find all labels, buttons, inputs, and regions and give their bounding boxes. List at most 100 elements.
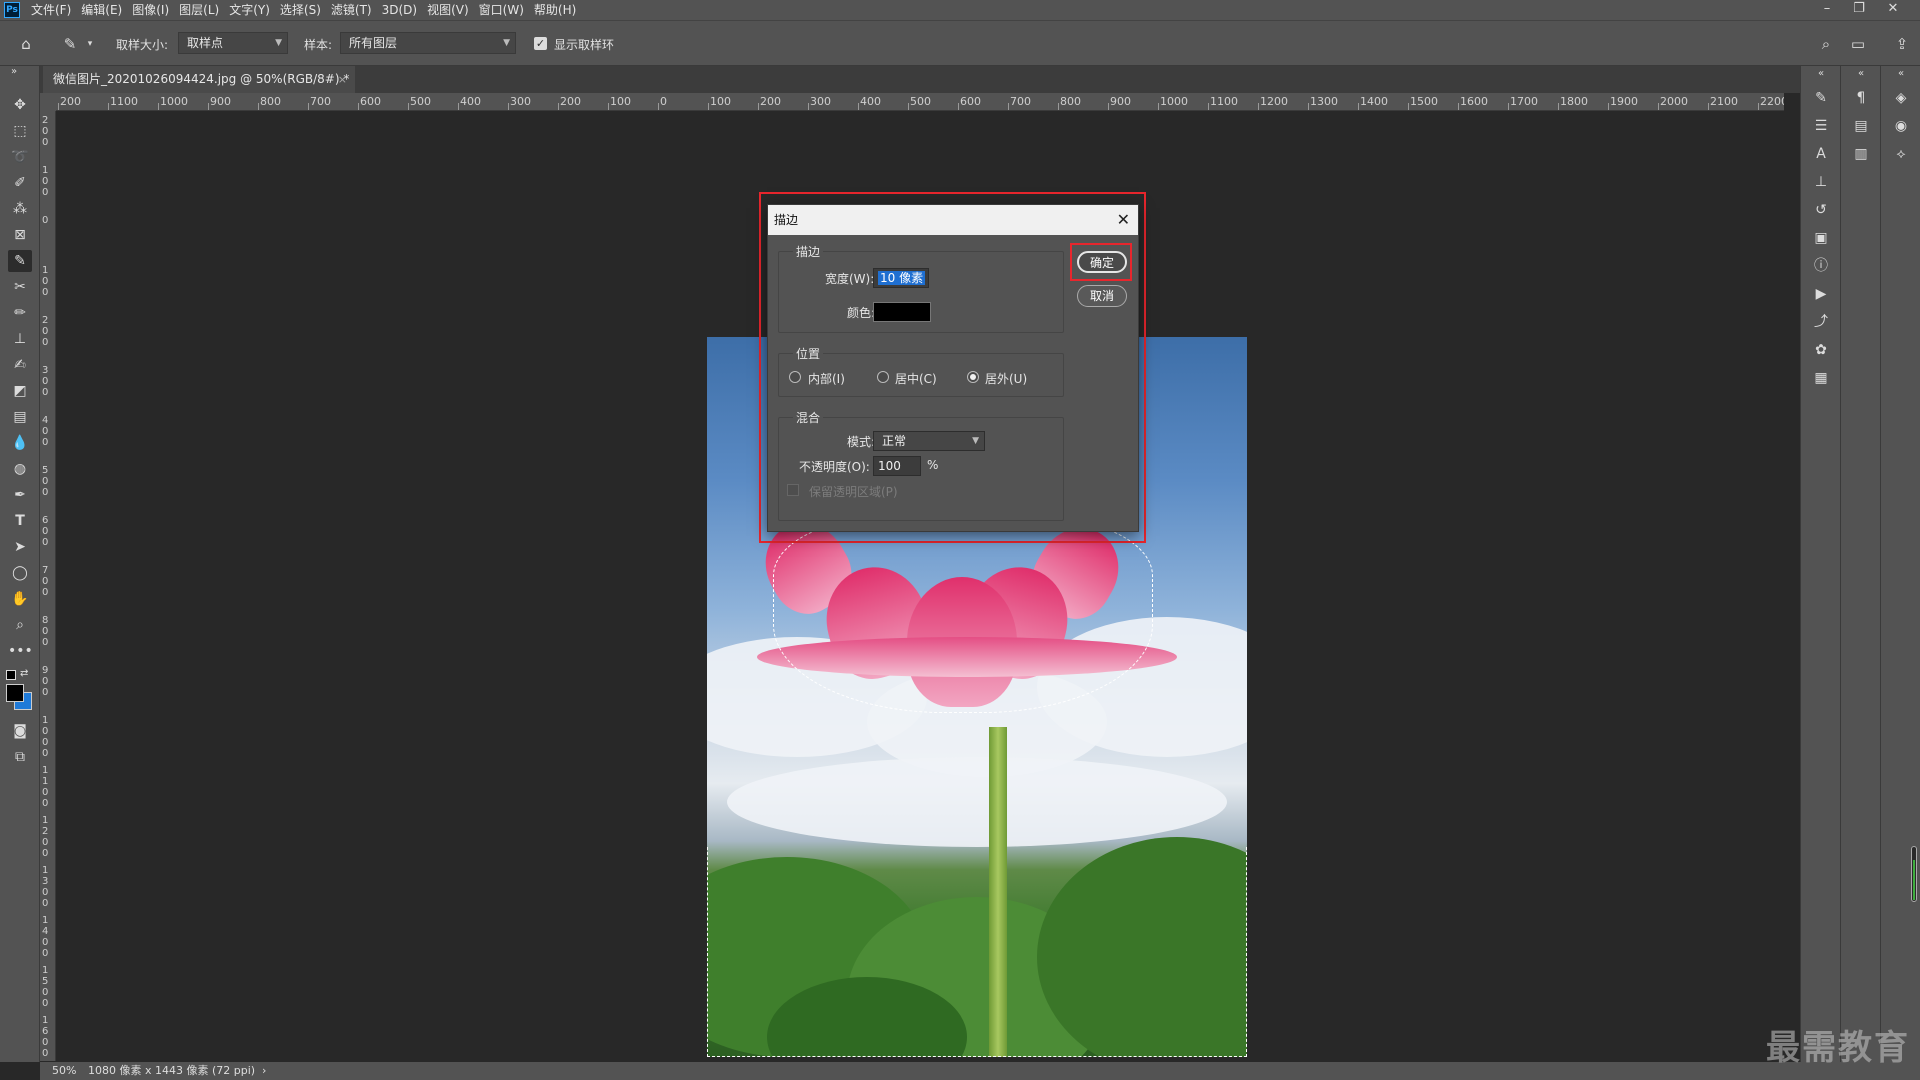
collapse-icon[interactable]: « — [1891, 68, 1911, 80]
menu-item-4[interactable]: 文字(Y) — [224, 0, 275, 20]
ruler-h-tick — [308, 103, 309, 110]
collapse-icon[interactable]: « — [1851, 68, 1871, 80]
eyedropper-preset-icon[interactable]: ✎ — [60, 34, 80, 54]
sample-select[interactable]: 所有图层 ▼ — [340, 32, 516, 54]
gradient-tool-icon[interactable]: ▤ — [8, 406, 32, 428]
history-icon[interactable]: ↺ — [1811, 200, 1831, 220]
cancel-button[interactable]: 取消 — [1077, 285, 1127, 307]
type-tool-icon[interactable]: T — [8, 510, 32, 532]
menu-item-5[interactable]: 选择(S) — [275, 0, 326, 20]
status-arrow-icon[interactable]: › — [262, 1062, 266, 1080]
menu-item-1[interactable]: 编辑(E) — [76, 0, 127, 20]
swatches-icon[interactable]: ▤ — [1851, 116, 1871, 136]
search-icon[interactable]: ⌕ — [1816, 34, 1836, 54]
chevron-down-icon[interactable]: ▾ — [80, 34, 100, 54]
menu-item-8[interactable]: 视图(V) — [422, 0, 474, 20]
position-center-radio[interactable] — [877, 371, 889, 383]
menu-item-9[interactable]: 窗口(W) — [474, 0, 529, 20]
opacity-label: 不透明度(O): — [799, 460, 870, 474]
path-select-tool-icon[interactable]: ➤ — [8, 536, 32, 558]
close-window-icon[interactable]: ✕ — [1880, 0, 1906, 20]
history-brush-tool-icon[interactable]: ✍ — [8, 354, 32, 376]
expand-icon[interactable]: » — [2, 66, 26, 78]
ruler-h-label: 1700 — [1510, 95, 1538, 108]
menu-item-10[interactable]: 帮助(H) — [529, 0, 581, 20]
preserve-transparency-checkbox[interactable] — [787, 484, 799, 496]
eyedropper-tool-icon[interactable]: ✎ — [8, 250, 32, 272]
horizontal-ruler[interactable]: 200 1100 1000 900 800 700 600 500 400 300 200 100 0 1… — [56, 93, 1784, 111]
paths-icon[interactable]: ⤴ — [1811, 312, 1831, 332]
default-colors-icon[interactable] — [6, 670, 16, 680]
ellipse-tool-icon[interactable]: ◯ — [8, 562, 32, 584]
show-ring-checkbox[interactable]: ✓ — [534, 37, 547, 50]
styles-icon[interactable]: ✿ — [1811, 340, 1831, 360]
adjustments-icon[interactable]: ☰ — [1811, 116, 1831, 136]
position-center-label[interactable]: 居中(C) — [895, 370, 937, 387]
more-tools-icon[interactable]: ••• — [8, 640, 33, 662]
opacity-input[interactable]: 100 — [873, 456, 921, 476]
menu-item-0[interactable]: 文件(F) — [26, 0, 76, 20]
stroke-color-swatch[interactable] — [873, 302, 931, 322]
position-inside-label[interactable]: 内部(I) — [808, 370, 845, 387]
ruler-h-tick — [458, 103, 459, 110]
sample-size-select[interactable]: 取样点 ▼ — [178, 32, 288, 54]
preserve-transparency-label[interactable]: 保留透明区域(P) — [809, 483, 898, 500]
notes-icon[interactable]: ▥ — [1851, 144, 1871, 164]
lasso-tool-icon[interactable]: ➰ — [8, 146, 32, 168]
hand-tool-icon[interactable]: ✋ — [8, 588, 32, 610]
frame-tool-icon[interactable]: ⊠ — [8, 224, 32, 246]
menu-item-3[interactable]: 图层(L) — [174, 0, 224, 20]
home-icon[interactable]: ⌂ — [16, 34, 36, 54]
minimize-icon[interactable]: – — [1814, 0, 1840, 20]
vertical-ruler[interactable]: 200 100 0 100 200 300 400 500 600 700 800 900 1000 11… — [40, 111, 56, 1061]
close-tab-icon[interactable]: × — [338, 66, 347, 93]
paths-panel-icon[interactable]: ⟡ — [1891, 144, 1911, 164]
blur-tool-icon[interactable]: 💧 — [8, 432, 32, 454]
paragraph-icon[interactable]: ¶ — [1851, 88, 1871, 108]
ruler-h-label: 1100 — [1210, 95, 1238, 108]
mode-select[interactable]: 正常 ▼ — [873, 431, 985, 451]
move-tool-icon[interactable]: ✥ — [8, 94, 32, 116]
document-tab[interactable]: 微信图片_20201026094424.jpg @ 50%(RGB/8#) * × — [43, 66, 355, 93]
screen-mode-icon[interactable]: ⧉ — [8, 746, 32, 768]
actions-icon[interactable]: ▶ — [1811, 284, 1831, 304]
width-input[interactable]: 10 像素 — [873, 268, 929, 288]
position-inside-radio[interactable] — [789, 371, 801, 383]
menu-item-7[interactable]: 3D(D) — [377, 0, 422, 20]
properties-icon[interactable]: ▣ — [1811, 228, 1831, 248]
close-icon[interactable]: ✕ — [1117, 205, 1130, 235]
info-icon[interactable]: ⓘ — [1811, 256, 1831, 276]
ruler-h-label: 200 — [760, 95, 781, 108]
clone-source-icon[interactable]: ⊥ — [1811, 172, 1831, 192]
channels-icon[interactable]: ◉ — [1891, 116, 1911, 136]
workspace-icon[interactable]: ▭ — [1848, 34, 1868, 54]
eraser-tool-icon[interactable]: ◩ — [8, 380, 32, 402]
character-icon[interactable]: A — [1811, 144, 1831, 164]
magic-wand-tool-icon[interactable]: ⁂ — [8, 198, 32, 220]
menu-item-2[interactable]: 图像(I) — [127, 0, 174, 20]
stamp-tool-icon[interactable]: ⊥ — [8, 328, 32, 350]
table-icon[interactable]: ▦ — [1811, 368, 1831, 388]
collapse-icon[interactable]: « — [1811, 68, 1831, 80]
brush-tool-icon[interactable]: ✏ — [8, 302, 32, 324]
zoom-tool-icon[interactable]: ⌕ — [8, 614, 32, 636]
position-outside-label[interactable]: 居外(U) — [985, 370, 1027, 387]
document-tab-bar: 微信图片_20201026094424.jpg @ 50%(RGB/8#) * × — [40, 66, 1800, 93]
restore-icon[interactable]: ❐ — [1846, 0, 1872, 20]
healing-tool-icon[interactable]: ✂ — [8, 276, 32, 298]
dialog-title-bar[interactable]: 描边 ✕ — [768, 205, 1138, 235]
brush-settings-icon[interactable]: ✎ — [1811, 88, 1831, 108]
quick-select-tool-icon[interactable]: ✐ — [8, 172, 32, 194]
swap-colors-icon[interactable]: ⇄ — [20, 668, 28, 679]
pen-tool-icon[interactable]: ✒ — [8, 484, 32, 506]
dodge-tool-icon[interactable]: ◍ — [8, 458, 32, 480]
position-outside-radio[interactable] — [967, 371, 979, 383]
menu-item-6[interactable]: 滤镜(T) — [326, 0, 377, 20]
share-icon[interactable]: ⇪ — [1892, 34, 1912, 54]
marquee-tool-icon[interactable]: ⬚ — [8, 120, 32, 142]
quick-mask-icon[interactable]: ◙ — [8, 720, 32, 742]
scrollbar-thumb[interactable] — [1911, 846, 1917, 902]
layers-icon[interactable]: ◈ — [1891, 88, 1911, 108]
foreground-color-swatch[interactable] — [6, 684, 24, 702]
zoom-level[interactable]: 50% — [52, 1062, 76, 1080]
